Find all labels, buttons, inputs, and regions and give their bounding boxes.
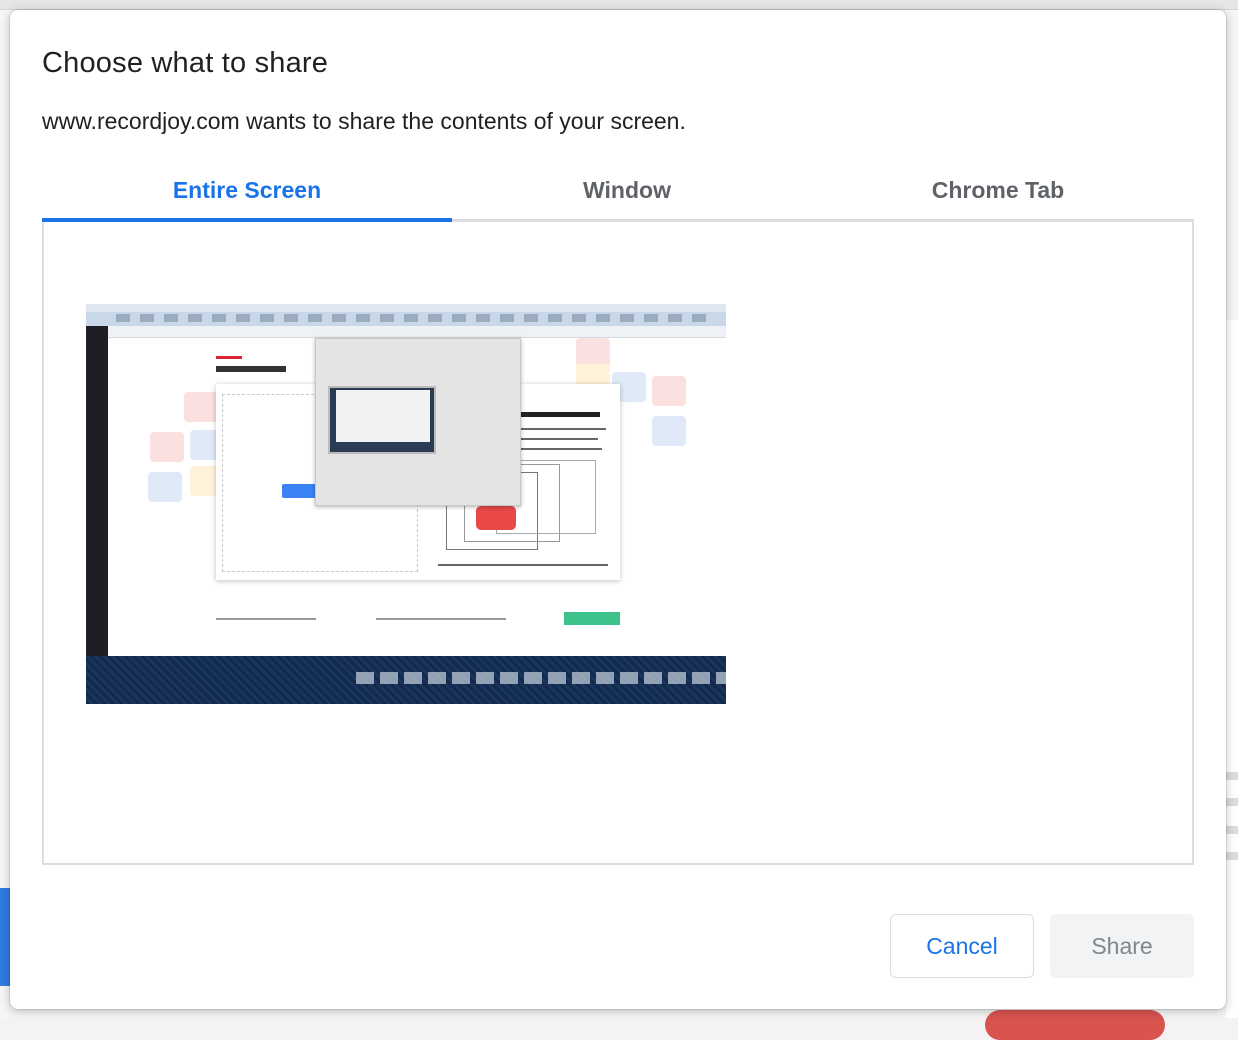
share-button[interactable]: Share (1050, 914, 1194, 978)
thumbnail-text (216, 618, 316, 620)
background-divider (1226, 798, 1238, 806)
share-screen-dialog: Choose what to share www.recordjoy.com w… (10, 10, 1226, 1009)
thumbnail-decor (150, 432, 184, 462)
thumbnail-addressbar (108, 326, 726, 338)
thumbnail-text (438, 564, 608, 566)
background-divider (1226, 826, 1238, 834)
thumbnail-text (518, 428, 606, 430)
thumbnail-decor (148, 472, 182, 502)
tab-chrome-tab[interactable]: Chrome Tab (802, 172, 1194, 228)
background-divider (1226, 772, 1238, 780)
thumbnail-text (518, 448, 602, 450)
screen-thumbnail[interactable] (86, 304, 726, 704)
tab-entire-screen[interactable]: Entire Screen (42, 172, 452, 228)
thumbnail-tabs (116, 314, 706, 322)
background-browser-bar (0, 0, 1238, 10)
thumbnail-decor (184, 392, 218, 422)
background-divider (1226, 852, 1238, 860)
background-blue-button (0, 888, 10, 986)
thumbnail-text (376, 618, 506, 620)
thumbnail-green-button (564, 612, 620, 625)
tab-window[interactable]: Window (452, 172, 802, 228)
thumbnail-logo (216, 356, 242, 359)
thumbnail-text (518, 412, 600, 417)
thumbnail-text (518, 438, 598, 440)
thumbnail-decor (652, 416, 686, 446)
thumbnail-sidebar (86, 326, 108, 656)
thumbnail-menubar (86, 304, 726, 312)
preview-area (42, 222, 1194, 865)
dialog-subtitle: www.recordjoy.com wants to share the con… (42, 108, 686, 135)
cancel-button[interactable]: Cancel (890, 914, 1034, 978)
thumbnail-heading (216, 366, 286, 372)
background-right-panel (1226, 320, 1238, 1018)
thumbnail-camera-icon (476, 506, 516, 530)
thumbnail-dock (356, 672, 726, 684)
background-red-button (985, 1010, 1165, 1040)
thumbnail-decor (652, 376, 686, 406)
dialog-title: Choose what to share (42, 47, 328, 80)
thumbnail-inner-page (336, 390, 430, 442)
